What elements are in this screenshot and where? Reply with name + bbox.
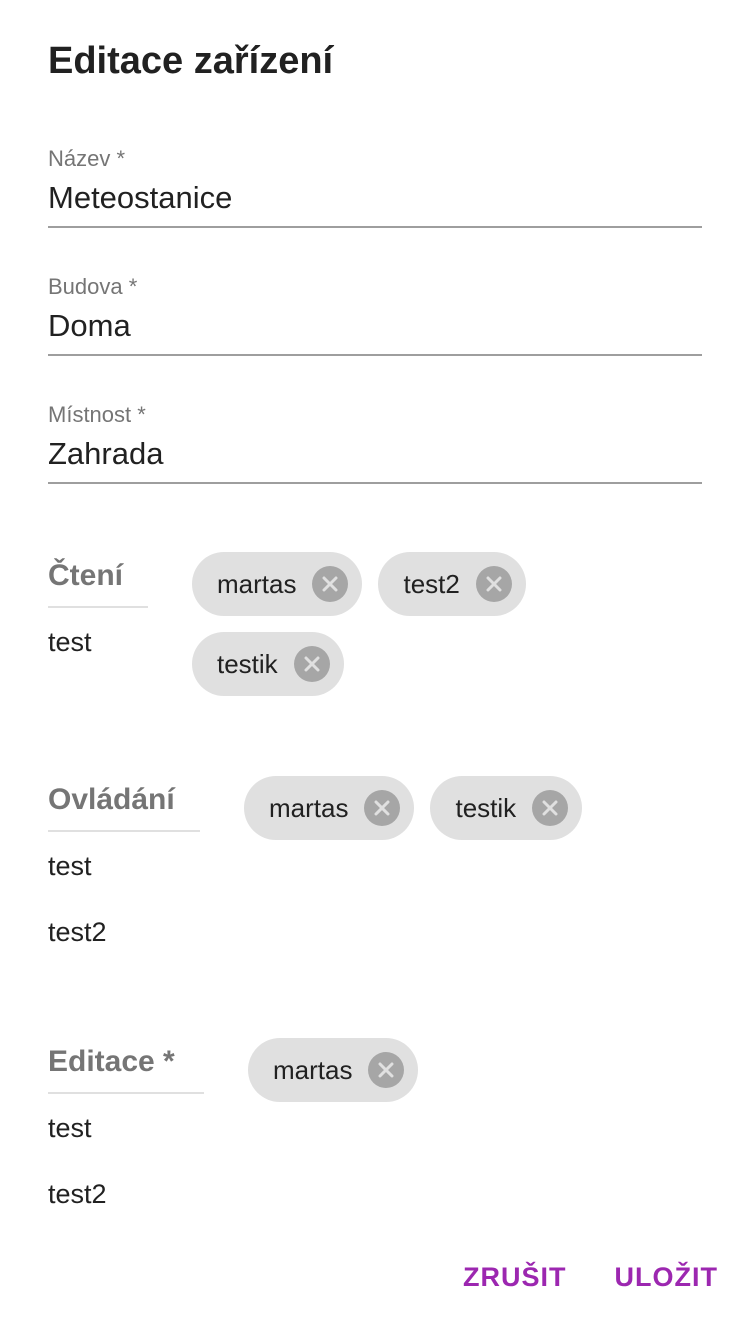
chip: martas	[248, 1038, 419, 1102]
close-circle-icon[interactable]	[532, 790, 569, 826]
control-permission-label: Ovládání	[48, 780, 200, 832]
control-permission-options: test test2	[48, 848, 200, 980]
name-input[interactable]	[48, 176, 702, 220]
chip-label: testik	[217, 648, 278, 679]
edit-permission-select[interactable]: Editace * test test2	[48, 1042, 204, 1242]
chip: martas	[192, 552, 363, 616]
save-button[interactable]: ULOŽIT	[615, 1262, 718, 1293]
control-option-item[interactable]: test2	[48, 914, 200, 980]
chip-label: testik	[455, 792, 517, 823]
chip-label: martas	[269, 792, 349, 823]
dialog-actions: ZRUŠIT ULOŽIT	[463, 1262, 718, 1293]
chip-label: test2	[403, 568, 460, 599]
edit-permission-options: test test2	[48, 1110, 204, 1242]
building-field-label: Budova *	[48, 274, 138, 299]
edit-chips: martas	[248, 1038, 548, 1102]
chip-label: martas	[217, 568, 297, 599]
name-field: Název *	[48, 146, 702, 246]
room-field: Místnost *	[48, 402, 702, 502]
edit-permission-label: Editace *	[48, 1042, 204, 1094]
cancel-button[interactable]: ZRUŠIT	[463, 1262, 567, 1293]
edit-device-dialog: Editace zařízení Název * Budova * Místno…	[0, 0, 750, 1334]
name-field-underline	[48, 226, 702, 228]
building-input[interactable]	[48, 304, 702, 348]
close-circle-icon[interactable]	[364, 790, 401, 826]
read-chips: martas test2 testik	[192, 552, 552, 696]
control-chips: martas testik	[244, 776, 664, 840]
room-field-underline	[48, 482, 702, 484]
close-circle-icon[interactable]	[368, 1052, 405, 1088]
building-field: Budova *	[48, 274, 702, 374]
close-circle-icon[interactable]	[475, 566, 512, 602]
read-permission-select[interactable]: Čtení test	[48, 556, 148, 690]
close-circle-icon[interactable]	[312, 566, 349, 602]
chip: martas	[244, 776, 415, 840]
chip: test2	[378, 552, 526, 616]
name-field-label: Název *	[48, 146, 126, 171]
edit-option-item[interactable]: test	[48, 1110, 204, 1176]
chip: testik	[192, 632, 344, 696]
control-option-item[interactable]: test	[48, 848, 200, 914]
read-option-item[interactable]: test	[48, 624, 148, 690]
chip: testik	[430, 776, 583, 840]
read-permission-label: Čtení	[48, 556, 148, 608]
close-circle-icon[interactable]	[293, 646, 330, 682]
room-field-label: Místnost *	[48, 402, 146, 427]
dialog-title: Editace zařízení	[48, 40, 334, 82]
edit-option-item[interactable]: test2	[48, 1176, 204, 1242]
read-permission-options: test	[48, 624, 148, 690]
control-permission-select[interactable]: Ovládání test test2	[48, 780, 200, 980]
building-field-underline	[48, 354, 702, 356]
chip-label: martas	[273, 1054, 353, 1085]
room-input[interactable]	[48, 432, 702, 476]
